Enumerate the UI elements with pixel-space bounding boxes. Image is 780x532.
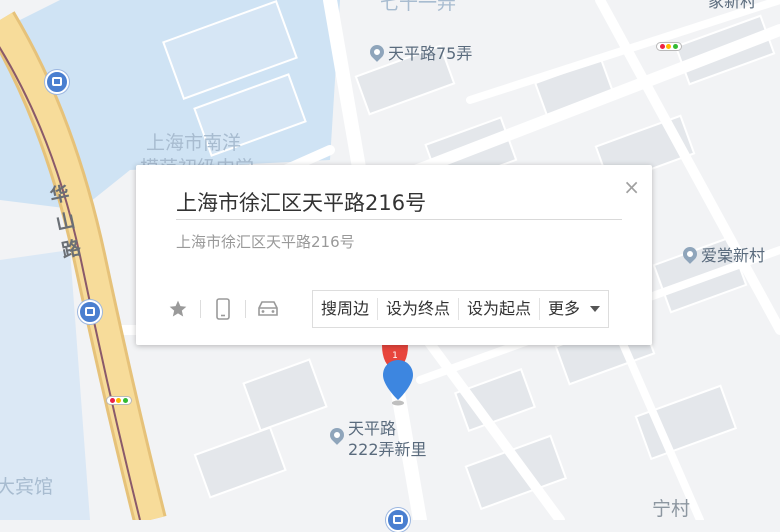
divider	[176, 219, 622, 220]
search-nearby-button[interactable]: 搜周边	[313, 298, 379, 320]
poi-tianping-222[interactable]: 天平路 222弄新里	[327, 418, 427, 460]
bus-stop-icon[interactable]	[386, 508, 410, 532]
bus-stop-icon[interactable]	[45, 70, 69, 94]
popup-icon-bar	[164, 295, 282, 323]
poi-tianping-75[interactable]: 天平路75弄	[367, 40, 473, 64]
set-origin-button[interactable]: 设为起点	[459, 298, 541, 320]
school-label-line1: 上海市南洋	[146, 132, 242, 154]
set-destination-button[interactable]: 设为终点	[378, 298, 460, 320]
poi-label: 天平路75弄	[388, 44, 473, 63]
more-label: 更多	[548, 299, 581, 318]
top-cut-label-b: 家新村	[708, 0, 757, 11]
car-icon[interactable]	[254, 295, 282, 323]
popup-title: 上海市徐汇区天平路216号	[176, 191, 427, 215]
hotel-label: 大宾馆	[0, 476, 54, 498]
poi-label: 爱棠新村	[701, 246, 766, 265]
star-icon[interactable]	[164, 295, 192, 323]
poi-aitang[interactable]: 爱棠新村	[680, 242, 766, 266]
phone-icon[interactable]	[209, 295, 237, 323]
popup-address: 上海市徐汇区天平路216号	[176, 233, 355, 251]
poi-label: 天平路 222弄新里	[348, 419, 427, 459]
bus-stop-icon[interactable]	[78, 300, 102, 324]
poi-icon	[680, 244, 700, 264]
chevron-down-icon	[590, 306, 601, 312]
top-cut-label-a: 七十一弄	[380, 0, 457, 14]
info-popup: × 上海市徐汇区天平路216号 上海市徐汇区天平路216号 搜周边 设为终点 设…	[136, 165, 652, 345]
traffic-light-icon	[656, 42, 682, 51]
popup-actions: 搜周边 设为终点 设为起点 更多	[312, 290, 610, 328]
close-icon[interactable]: ×	[623, 175, 640, 199]
traffic-light-icon	[106, 396, 132, 405]
poi-icon	[367, 42, 387, 62]
divider	[245, 300, 246, 318]
poi-icon	[327, 425, 347, 445]
location-pin-icon[interactable]	[382, 360, 414, 406]
more-dropdown[interactable]: 更多	[540, 298, 608, 320]
ningcun-label: 宁村	[652, 498, 691, 520]
divider	[200, 300, 201, 318]
